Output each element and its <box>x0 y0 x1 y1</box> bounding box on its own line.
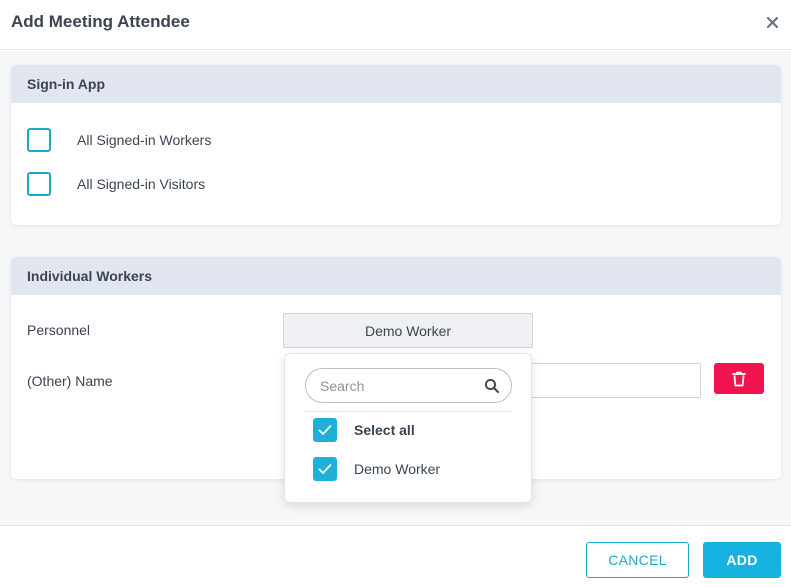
all-signed-in-visitors-checkbox[interactable] <box>27 172 51 196</box>
individual-workers-heading: Individual Workers <box>11 257 781 295</box>
all-signed-in-workers-label: All Signed-in Workers <box>77 132 212 148</box>
all-signed-in-visitors-label: All Signed-in Visitors <box>77 176 206 192</box>
close-button[interactable] <box>762 12 782 32</box>
other-name-label: (Other) Name <box>27 373 113 389</box>
cancel-button[interactable]: CANCEL <box>586 542 689 578</box>
dropdown-divider <box>305 411 512 412</box>
demo-worker-checkbox[interactable] <box>313 457 337 481</box>
select-all-checkbox[interactable] <box>313 418 337 442</box>
personnel-select[interactable]: Demo Worker <box>283 313 533 348</box>
personnel-dropdown: Select all Demo Worker <box>284 353 532 503</box>
add-attendee-modal: Add Meeting Attendee Sign-in App All Sig… <box>0 0 791 587</box>
personnel-selected-value: Demo Worker <box>364 322 452 339</box>
all-signed-in-workers-checkbox[interactable] <box>27 128 51 152</box>
modal-title: Add Meeting Attendee <box>11 12 190 31</box>
modal-header: Add Meeting Attendee <box>0 0 791 50</box>
trash-icon <box>732 371 746 386</box>
delete-button[interactable] <box>714 363 764 394</box>
all-signed-in-workers-option[interactable]: All Signed-in Workers <box>27 128 211 152</box>
dropdown-search <box>305 368 512 403</box>
demo-worker-label: Demo Worker <box>354 461 441 477</box>
all-signed-in-visitors-option[interactable]: All Signed-in Visitors <box>27 172 205 196</box>
dropdown-item-select-all[interactable]: Select all <box>313 418 415 442</box>
personnel-label: Personnel <box>27 322 91 338</box>
add-button[interactable]: ADD <box>703 542 781 578</box>
checkmark-icon <box>318 425 332 435</box>
dropdown-item-demo-worker[interactable]: Demo Worker <box>313 457 440 481</box>
signin-app-heading: Sign-in App <box>11 65 781 103</box>
modal-footer: CANCEL ADD <box>0 525 791 587</box>
signin-app-card: Sign-in App All Signed-in Workers All Si… <box>11 65 781 225</box>
select-all-label: Select all <box>354 422 415 438</box>
checkmark-icon <box>318 464 332 474</box>
dropdown-search-input[interactable] <box>320 376 480 396</box>
other-name-input[interactable] <box>526 363 701 398</box>
search-icon[interactable] <box>484 378 500 394</box>
close-icon <box>766 16 778 28</box>
